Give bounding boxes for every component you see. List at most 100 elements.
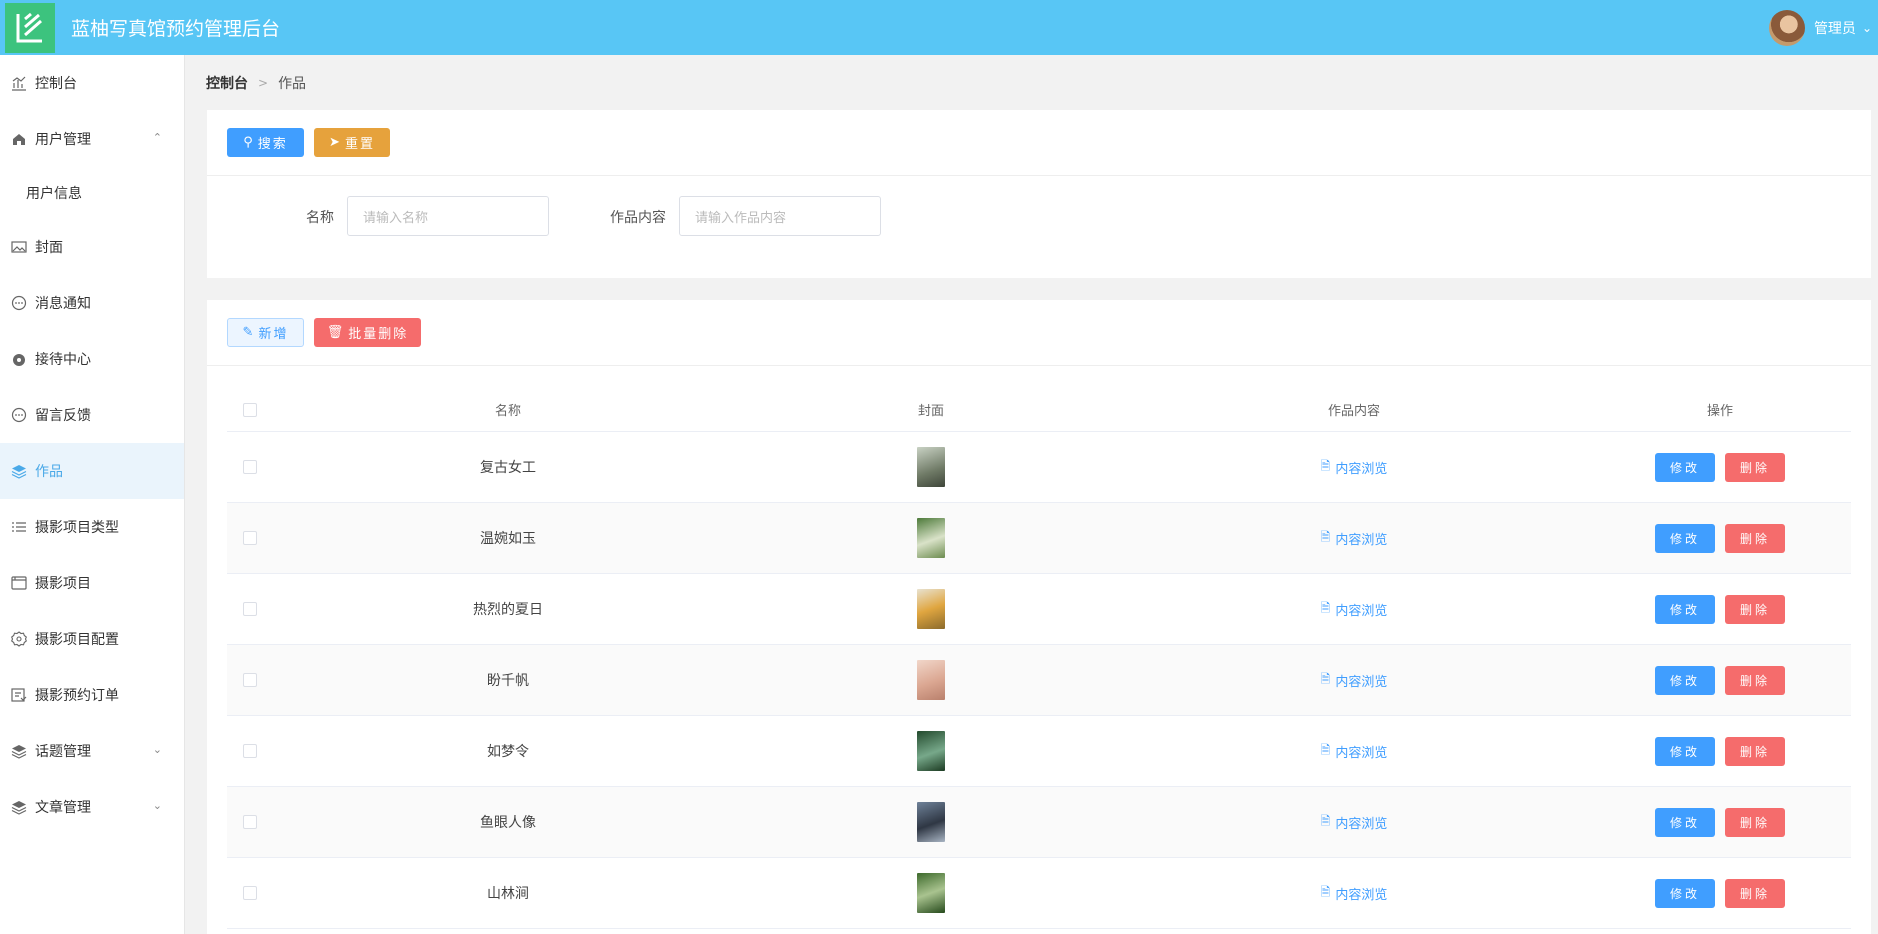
content-label: 作品内容: [610, 210, 666, 226]
row-checkbox[interactable]: [243, 886, 257, 900]
sidebar-item[interactable]: 话题管理 ⌄: [0, 723, 184, 779]
sidebar-item-label: 接待中心: [35, 352, 91, 368]
sidebar-item-label: 摄影预约订单: [35, 688, 119, 704]
cell-name: 复古女工: [480, 460, 536, 476]
content-view-link[interactable]: 🗎 内容浏览: [1321, 599, 1388, 620]
sidebar-item[interactable]: 作品: [0, 443, 184, 499]
sidebar: 控制台 用户管理 ⌃ 用户信息 封面 消息通知 接待中心 留言反馈 作品 摄影项…: [0, 55, 185, 934]
add-button[interactable]: ✎ 新增: [227, 318, 304, 347]
sidebar-item-label: 摄影项目: [35, 576, 91, 592]
row-checkbox[interactable]: [243, 744, 257, 758]
content-view-link[interactable]: 🗎 内容浏览: [1321, 528, 1388, 549]
content-search-input[interactable]: 请输入作品内容: [679, 196, 881, 236]
edit-button[interactable]: 修改: [1655, 665, 1715, 695]
document-icon: 🗎: [1320, 671, 1331, 686]
avatar[interactable]: [1768, 9, 1805, 46]
row-checkbox[interactable]: [243, 673, 257, 687]
table-row: 复古女工 🗎 内容浏览 修改 删除: [227, 432, 1851, 503]
sidebar-item-label: 留言反馈: [35, 408, 91, 424]
sidebar-item[interactable]: 文章管理 ⌄: [0, 779, 184, 835]
sidebar-item-label: 封面: [35, 240, 63, 256]
document-icon: 🗎: [1320, 458, 1331, 473]
sidebar-item-label: 摄影项目类型: [35, 520, 119, 536]
delete-button[interactable]: 删除: [1725, 523, 1785, 553]
send-icon: ➤: [329, 135, 340, 150]
table-row: 鱼眼人像 🗎 内容浏览 修改 删除: [227, 787, 1851, 858]
chevron-right-icon: >: [258, 76, 269, 90]
list-icon: [10, 518, 28, 536]
sidebar-item[interactable]: 摄影预约订单: [0, 667, 184, 723]
row-checkbox[interactable]: [243, 602, 257, 616]
search-button[interactable]: ⚲ 搜索: [227, 128, 304, 157]
sidebar-item[interactable]: 接待中心: [0, 331, 184, 387]
sidebar-item-label: 摄影项目配置: [35, 632, 119, 648]
top-header: 蓝柚写真馆预约管理后台 管理员 ⌄: [0, 0, 1878, 55]
table-row: 盼千帆 🗎 内容浏览 修改 删除: [227, 645, 1851, 716]
delete-button[interactable]: 删除: [1725, 736, 1785, 766]
row-checkbox[interactable]: [243, 531, 257, 545]
edit-button[interactable]: 修改: [1655, 452, 1715, 482]
sidebar-item[interactable]: 用户管理 ⌃: [0, 111, 184, 167]
edit-button[interactable]: 修改: [1655, 523, 1715, 553]
header-content: 作品内容: [1327, 404, 1380, 419]
breadcrumb-home[interactable]: 控制台: [206, 73, 248, 93]
sidebar-item[interactable]: 消息通知: [0, 275, 184, 331]
cover-thumbnail: [917, 873, 945, 913]
chevron-down-icon[interactable]: ⌄: [153, 799, 162, 812]
cover-thumbnail: [917, 447, 945, 487]
header-ops: 操作: [1706, 404, 1733, 419]
delete-button[interactable]: 删除: [1725, 878, 1785, 908]
sidebar-item[interactable]: 留言反馈: [0, 387, 184, 443]
header-cover: 封面: [917, 404, 944, 419]
content-view-link[interactable]: 🗎 内容浏览: [1321, 883, 1388, 904]
delete-button[interactable]: 删除: [1725, 452, 1785, 482]
document-icon: 🗎: [1320, 742, 1331, 757]
sidebar-item[interactable]: 控制台: [0, 55, 184, 111]
edit-button[interactable]: 修改: [1655, 807, 1715, 837]
batch-delete-button[interactable]: 🗑 批量删除: [314, 318, 421, 347]
home-icon: [10, 130, 28, 148]
select-all-checkbox[interactable]: [243, 402, 257, 417]
delete-button[interactable]: 删除: [1725, 594, 1785, 624]
edit-button[interactable]: 修改: [1655, 594, 1715, 624]
chat-icon: [10, 406, 28, 424]
sidebar-item[interactable]: 摄影项目配置: [0, 611, 184, 667]
cell-name: 山林涧: [487, 886, 529, 902]
sidebar-item-label: 消息通知: [35, 296, 91, 312]
search-panel: ⚲ 搜索 ➤ 重置: [207, 110, 1871, 278]
edit-button[interactable]: 修改: [1655, 736, 1715, 766]
content-view-link[interactable]: 🗎 内容浏览: [1321, 741, 1388, 762]
table-panel: ✎ 新增 🗑 批量删除 名称 封面 作品内容 操作 复古女工 🗎 内容浏览 修改 …: [207, 300, 1871, 934]
sidebar-subitem-user-info[interactable]: 用户信息: [0, 167, 184, 219]
image-icon: [10, 238, 28, 256]
chevron-down-icon[interactable]: ⌄: [153, 743, 162, 756]
table-row: 热烈的夏日 🗎 内容浏览 修改 删除: [227, 574, 1851, 645]
user-menu[interactable]: 管理员 ⌄: [1768, 0, 1878, 55]
user-name[interactable]: 管理员: [1814, 18, 1856, 38]
table-body: 复古女工 🗎 内容浏览 修改 删除 温婉如玉 🗎 内容浏览 修改 删除 热烈的夏日 …: [227, 432, 1851, 929]
row-checkbox[interactable]: [243, 460, 257, 474]
chevron-up-icon[interactable]: ⌃: [153, 131, 162, 144]
sidebar-item[interactable]: 摄影项目类型: [0, 499, 184, 555]
cover-thumbnail: [917, 518, 945, 558]
reset-button[interactable]: ➤ 重置: [314, 128, 390, 157]
cover-thumbnail: [917, 589, 945, 629]
delete-button[interactable]: 删除: [1725, 665, 1785, 695]
content-view-link[interactable]: 🗎 内容浏览: [1321, 457, 1388, 478]
sidebar-item-label: 话题管理: [35, 744, 91, 760]
table-row: 如梦令 🗎 内容浏览 修改 删除: [227, 716, 1851, 787]
sidebar-item[interactable]: 摄影项目: [0, 555, 184, 611]
row-checkbox[interactable]: [243, 815, 257, 829]
content-view-link[interactable]: 🗎 内容浏览: [1321, 812, 1388, 833]
headset-icon: [10, 350, 28, 368]
delete-button[interactable]: 删除: [1725, 807, 1785, 837]
sidebar-item[interactable]: 封面: [0, 219, 184, 275]
layers-icon: [10, 462, 28, 480]
cell-name: 鱼眼人像: [480, 815, 536, 831]
edit-button[interactable]: 修改: [1655, 878, 1715, 908]
name-search-input[interactable]: 请输入名称: [347, 196, 549, 236]
chat-icon: [10, 294, 28, 312]
chevron-down-icon[interactable]: ⌄: [1862, 21, 1872, 35]
content-view-link[interactable]: 🗎 内容浏览: [1321, 670, 1388, 691]
logo: [5, 2, 55, 53]
